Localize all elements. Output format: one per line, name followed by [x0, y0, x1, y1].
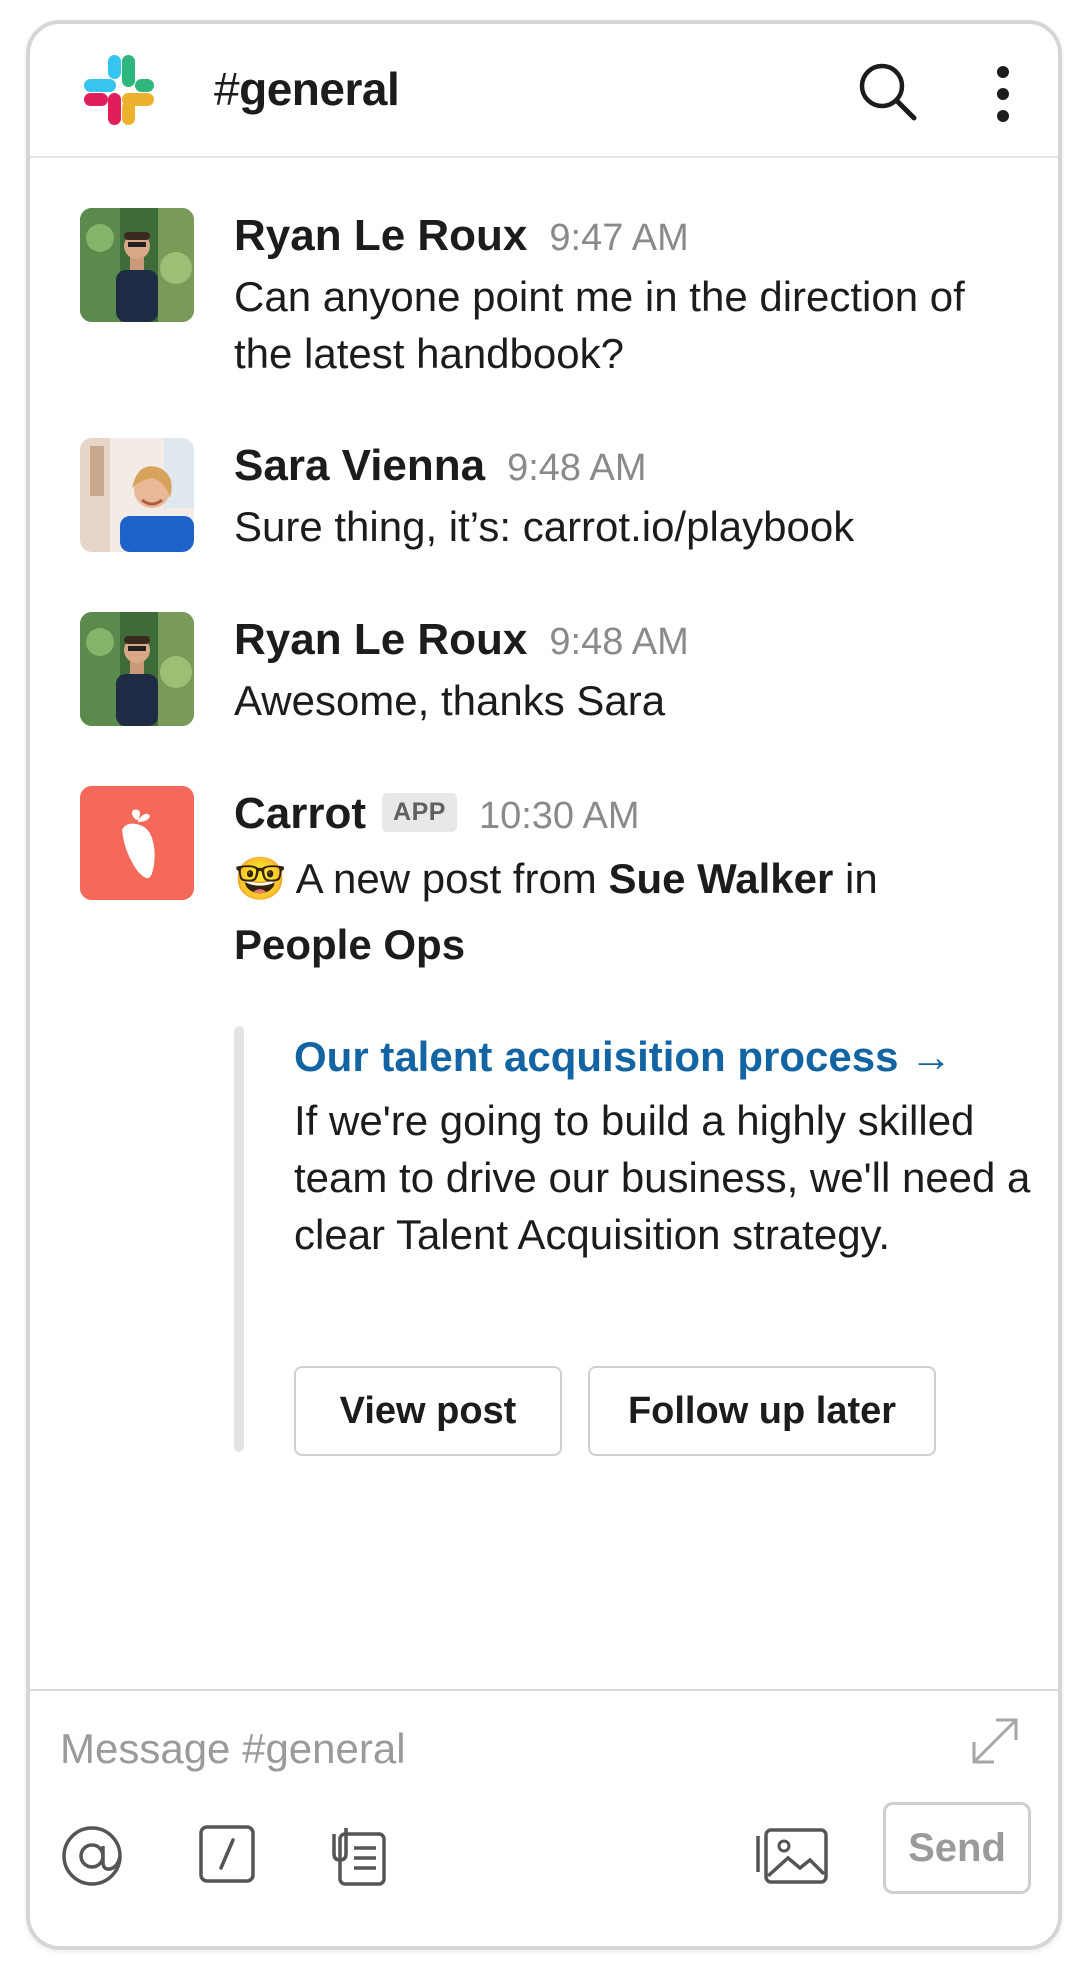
message-author[interactable]: Ryan Le Roux	[234, 211, 527, 260]
avatar[interactable]	[80, 612, 194, 726]
post-attachment: Our talent acquisition process → If we'r…	[234, 1026, 1034, 1456]
expand-icon[interactable]	[966, 1712, 1024, 1770]
image-icon[interactable]	[754, 1824, 830, 1886]
nerd-emoji-icon: 🤓	[234, 855, 287, 902]
send-button[interactable]: Send	[883, 1802, 1031, 1894]
avatar[interactable]	[80, 438, 194, 552]
message-timestamp[interactable]: 10:30 AM	[479, 795, 640, 837]
message-timestamp[interactable]: 9:47 AM	[549, 217, 688, 259]
channel-header: #general	[30, 24, 1058, 158]
message-text: Awesome, thanks Sara	[234, 677, 666, 724]
mention-icon[interactable]	[60, 1824, 124, 1888]
message-text: Sure thing, it’s: carrot.io/playbook	[234, 503, 855, 550]
message-timestamp[interactable]: 9:48 AM	[549, 621, 688, 663]
post-section[interactable]: People Ops	[234, 921, 465, 968]
attachment-accent-bar	[234, 1026, 244, 1452]
app-name[interactable]: Carrot	[234, 789, 366, 838]
app-badge: APP	[382, 793, 457, 832]
slack-logo-icon[interactable]	[80, 51, 158, 129]
search-icon[interactable]	[856, 60, 920, 124]
more-vertical-icon[interactable]	[988, 62, 1018, 126]
channel-title[interactable]: #general	[214, 63, 400, 115]
message-text: Can anyone point me in the direction of …	[234, 273, 965, 377]
carrot-icon	[80, 786, 194, 900]
follow-up-later-button[interactable]: Follow up later	[588, 1366, 936, 1456]
slash-command-icon[interactable]	[198, 1824, 256, 1884]
attachment-title-link[interactable]: Our talent acquisition process →	[294, 1032, 952, 1082]
post-author[interactable]: Sue Walker	[608, 855, 833, 902]
app-window: #general Ryan Le Roux 9:47 AM Can anyone…	[26, 20, 1062, 1950]
message-author[interactable]: Ryan Le Roux	[234, 615, 527, 664]
channel-name: general	[239, 63, 400, 115]
channel-hash: #	[214, 63, 240, 115]
attach-file-icon[interactable]	[330, 1824, 388, 1886]
message-text: 🤓 A new post from Sue Walker in People O…	[234, 846, 1014, 978]
post-intro-mid: in	[833, 855, 878, 902]
composer-divider	[30, 1689, 1058, 1691]
view-post-button[interactable]: View post	[294, 1366, 562, 1456]
carrot-app-avatar[interactable]	[80, 786, 194, 900]
attachment-body: If we're going to build a highly skilled…	[294, 1097, 1031, 1258]
message-input[interactable]	[60, 1714, 950, 1784]
message-timestamp[interactable]: 9:48 AM	[507, 447, 646, 489]
post-intro-text: A new post from	[286, 855, 609, 902]
message-author[interactable]: Sara Vienna	[234, 441, 485, 490]
avatar[interactable]	[80, 208, 194, 322]
